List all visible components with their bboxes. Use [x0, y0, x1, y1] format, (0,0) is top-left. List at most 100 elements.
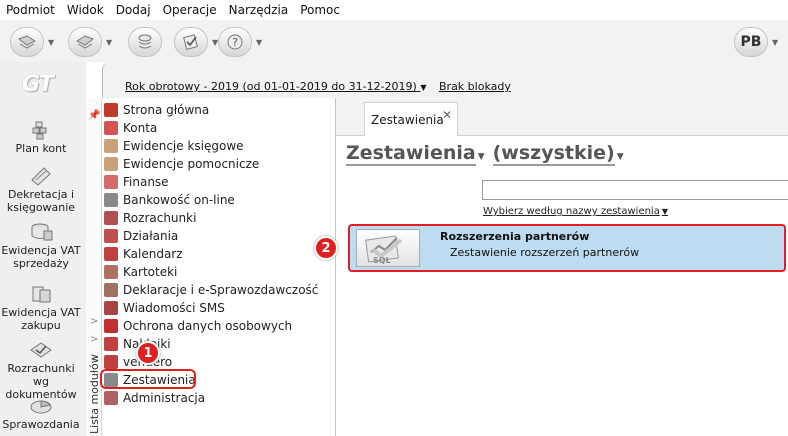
- toolbar-button-forward[interactable]: ▼: [68, 27, 112, 57]
- module-icon: [104, 319, 118, 333]
- step-badge-2: 2: [314, 236, 338, 260]
- module-item[interactable]: Finanse: [104, 173, 169, 191]
- module-icon: [104, 337, 118, 351]
- module-item[interactable]: Bankowość on-line: [104, 191, 235, 209]
- nav-dekretacja[interactable]: Dekretacja i księgowanie: [0, 166, 82, 214]
- chevron-down-icon: ▼: [661, 207, 668, 216]
- toolbar: ▼ ▼ ▼ ? ▼ PB ▼: [0, 20, 788, 62]
- svg-text:?: ?: [232, 36, 238, 49]
- checklist-icon: [174, 27, 208, 57]
- filter-selector[interactable]: (wszystkie): [492, 142, 615, 166]
- pin-icon[interactable]: 📌: [88, 110, 100, 121]
- back-icon: [10, 27, 44, 57]
- module-item[interactable]: Strona główna: [104, 101, 209, 119]
- result-title: Rozszerzenia partnerów: [440, 230, 590, 243]
- modules-strip-label: Lista modułów: [88, 354, 101, 434]
- plan-kont-icon: [32, 121, 47, 140]
- module-label: Administracja: [123, 391, 206, 405]
- module-icon: [104, 301, 118, 315]
- user-avatar: PB: [734, 27, 768, 57]
- nav-label: Dekretacja i księgowanie: [6, 188, 76, 214]
- chevron-down-icon[interactable]: ▼: [256, 38, 262, 47]
- menu-narzedzia[interactable]: Narzędzia: [229, 3, 289, 17]
- gt-logo: GT: [22, 72, 54, 97]
- module-label: Ewidencje księgowe: [123, 139, 244, 153]
- tab-strip: Zestawienia ✕: [336, 98, 788, 137]
- close-icon[interactable]: ✕: [442, 108, 452, 122]
- module-item[interactable]: Kalendarz: [104, 245, 183, 263]
- chevron-down-icon[interactable]: ▼: [772, 38, 778, 47]
- chevron-down-icon[interactable]: ▼: [48, 38, 54, 47]
- menu-pomoc[interactable]: Pomoc: [300, 3, 340, 17]
- nav-label: Ewidencja VAT sprzedaży: [1, 244, 81, 270]
- sql-label: SQL: [373, 256, 391, 265]
- module-icon: [104, 247, 118, 261]
- result-description: Zestawienie rozszerzeń partnerów: [450, 246, 640, 259]
- module-label: Kartoteki: [123, 265, 178, 279]
- modules-panel: 📌 > > > Lista modułów Strona główna Konta…: [86, 98, 336, 436]
- nav-vat-sprzedazy[interactable]: Ewidencja VAT sprzedaży: [0, 222, 82, 270]
- chevron-right-icon[interactable]: >: [90, 334, 98, 345]
- chevron-down-icon[interactable]: ▼: [617, 152, 624, 162]
- menu-dodaj[interactable]: Dodaj: [116, 3, 151, 17]
- vat-zakup-icon: [32, 286, 51, 303]
- menu-bar: Podmiot Widok Dodaj Operacje Narzędzia P…: [0, 0, 788, 20]
- module-icon: [104, 355, 118, 369]
- module-item[interactable]: Administracja: [104, 389, 205, 407]
- module-label: Kalendarz: [123, 247, 183, 261]
- module-item[interactable]: Ewidencje księgowe: [104, 137, 244, 155]
- step-badge-1: 1: [136, 341, 160, 365]
- app-window: Podmiot Widok Dodaj Operacje Narzędzia P…: [0, 0, 788, 436]
- toolbar-button-help[interactable]: ? ▼: [218, 27, 262, 57]
- module-icon: [104, 391, 118, 405]
- chevron-right-icon[interactable]: >: [90, 316, 98, 327]
- nav-rozrachunki[interactable]: Rozrachunki wg dokumentów: [0, 340, 82, 401]
- module-item[interactable]: Rozrachunki: [104, 209, 196, 227]
- module-icon: [104, 265, 118, 279]
- nav-sprawozdania[interactable]: Sprawozdania: [0, 396, 82, 431]
- help-icon: ?: [218, 27, 252, 57]
- toolbar-button-checklist[interactable]: ▼: [174, 27, 218, 57]
- module-icon: [104, 175, 118, 189]
- module-label: Strona główna: [123, 103, 210, 117]
- module-item[interactable]: Ochrona danych osobowych: [104, 317, 292, 335]
- lock-status-link[interactable]: Brak blokady: [439, 80, 511, 93]
- module-icon: [104, 211, 118, 225]
- toolbar-button-back[interactable]: ▼: [10, 27, 54, 57]
- menu-podmiot[interactable]: Podmiot: [6, 3, 55, 17]
- user-menu[interactable]: PB ▼: [734, 27, 778, 57]
- menu-widok[interactable]: Widok: [67, 3, 104, 17]
- nav-vat-zakupu[interactable]: Ewidencja VAT zakupu: [0, 284, 82, 332]
- chevron-down-icon[interactable]: ▼: [106, 38, 112, 47]
- stack-icon: [128, 27, 162, 57]
- toolbar-button-stack[interactable]: [128, 27, 162, 57]
- module-label: Ochrona danych osobowych: [123, 319, 293, 333]
- dekretacja-icon: [31, 167, 51, 186]
- module-icon: [104, 121, 118, 135]
- fiscal-year-label: Rok obrotowy - 2019 (od 01-01-2019 do 31…: [125, 80, 417, 93]
- vat-sprzedaz-icon: [31, 223, 53, 241]
- module-label: Bankowość on-line: [123, 193, 235, 207]
- module-item[interactable]: Ewidencje pomocnicze: [104, 155, 259, 173]
- module-item[interactable]: Konta: [104, 119, 157, 137]
- workspace: Zestawienia ✕ Zestawienia ▼ (wszystkie) …: [336, 98, 788, 436]
- module-icon: [104, 229, 118, 243]
- nav-plan-kont[interactable]: Plan kont: [0, 120, 82, 155]
- search-mode-selector[interactable]: Wybierz według nazwy zestawienia ▼: [483, 206, 668, 217]
- module-item[interactable]: Kartoteki: [104, 263, 177, 281]
- search-input[interactable]: [482, 180, 788, 200]
- forward-icon: [68, 27, 102, 57]
- module-icon: [104, 103, 118, 117]
- content-area: Zestawienia ▼ (wszystkie) ▼ Wybierz wedł…: [336, 136, 788, 436]
- fiscal-year-selector[interactable]: Rok obrotowy - 2019 (od 01-01-2019 do 31…: [125, 80, 426, 93]
- result-item[interactable]: SQL Rozszerzenia partnerów Zestawienie r…: [348, 224, 786, 272]
- module-label: Wiadomości SMS: [123, 301, 225, 315]
- module-item[interactable]: Wiadomości SMS: [104, 299, 225, 317]
- nav-label: Plan kont: [15, 142, 67, 155]
- module-item[interactable]: Deklaracje i e-Sprawozdawczość: [104, 281, 318, 299]
- chevron-down-icon[interactable]: ▼: [478, 152, 485, 162]
- page-title[interactable]: Zestawienia: [346, 142, 476, 166]
- module-item[interactable]: Działania: [104, 227, 178, 245]
- sql-report-icon: SQL: [365, 235, 403, 265]
- menu-operacje[interactable]: Operacje: [163, 3, 217, 17]
